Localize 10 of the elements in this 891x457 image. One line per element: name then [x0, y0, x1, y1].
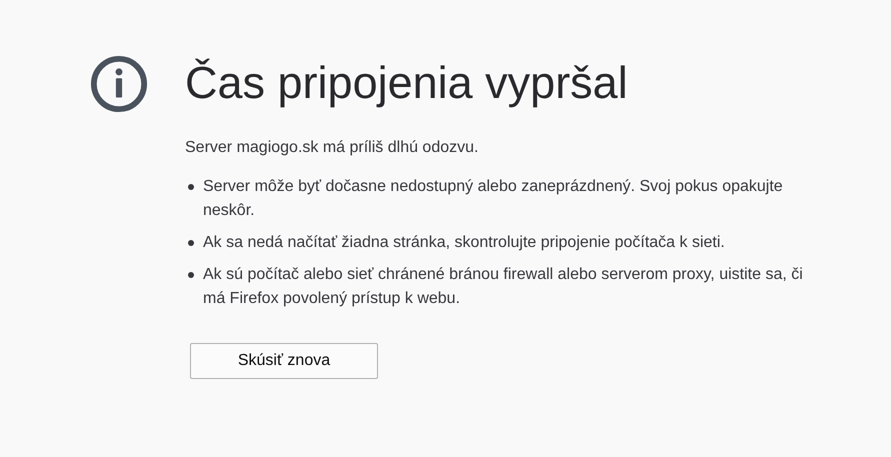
- tip-text: Ak sa nedá načítať žiadna stránka, skontrolujte pripojenie počítača k sieti.: [203, 233, 726, 253]
- bullet-icon: [188, 240, 194, 246]
- tip-text: Ak sú počítač alebo sieť chránené bránou firewall alebo serverom proxy, uistite sa, či má Firefox povolený prístup k webu.: [203, 265, 804, 309]
- bullet-icon: [188, 184, 194, 190]
- page-title: Čas pripojenia vypršal: [185, 56, 629, 110]
- error-description: Server magiogo.sk má príliš dlhú odozvu.: [185, 138, 480, 158]
- info-icon: [90, 55, 148, 113]
- retry-button[interactable]: Skúsiť znova: [190, 343, 378, 379]
- tip-text: Server môže byť dočasne nedostupný alebo zaneprázdnený. Svoj pokus opakujte neskôr.: [203, 177, 784, 221]
- bullet-icon: [188, 272, 194, 278]
